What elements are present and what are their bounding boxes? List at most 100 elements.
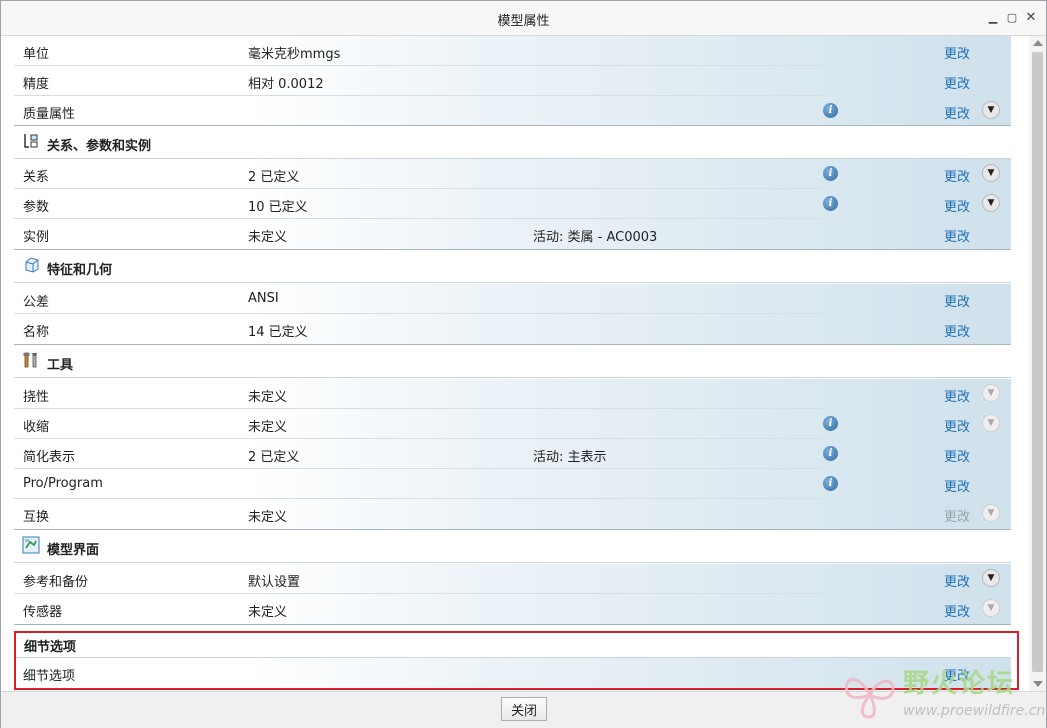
row-simplified-rep: 简化表示 2 已定义 活动: 主表示 i 更改 <box>14 439 1011 469</box>
row-value: 相对 0.0012 <box>248 77 324 92</box>
scroll-up-icon[interactable] <box>1033 40 1043 46</box>
tools-icon <box>23 352 37 368</box>
info-icon[interactable]: i <box>823 103 838 118</box>
info-icon[interactable]: i <box>823 196 838 211</box>
watermark-text: 野火论坛 <box>903 669 1016 699</box>
row-label: 公差 <box>23 295 50 310</box>
row-pro-program: Pro/Program i 更改 <box>14 469 1011 499</box>
change-link-accuracy[interactable]: 更改 <box>944 73 970 92</box>
expand-chevron-icon[interactable]: ▼ <box>982 101 1000 119</box>
change-link-pro-program[interactable]: 更改 <box>944 476 970 495</box>
change-link-flexibility[interactable]: 更改 <box>944 386 970 405</box>
row-label: 互换 <box>23 510 50 525</box>
row-label: 实例 <box>23 230 50 245</box>
row-tolerance: 公差 ANSI 更改 <box>14 284 1011 314</box>
info-icon[interactable]: i <box>823 166 838 181</box>
watermark-url: www.proewildfire.cn <box>903 703 1046 719</box>
section-divider <box>14 624 1011 625</box>
change-link-simplified-rep[interactable]: 更改 <box>944 446 970 465</box>
change-link-mass-properties[interactable]: 更改 <box>944 103 970 122</box>
change-link-sensors[interactable]: 更改 <box>944 601 970 620</box>
row-instances: 实例 未定义 活动: 类属 - AC0003 更改 <box>14 219 1011 249</box>
properties-panel: 单位 毫米克秒mmgs 更改 精度 相对 0.0012 更改 质量属性 i 更改… <box>1 36 1029 691</box>
change-link-reference-backup[interactable]: 更改 <box>944 571 970 590</box>
row-parameters: 参数 10 已定义 i 更改 ▼ <box>14 189 1011 219</box>
row-value: 未定义 <box>248 605 288 620</box>
row-label: 收缩 <box>23 420 50 435</box>
row-value: 10 已定义 <box>248 200 308 215</box>
row-interchange: 互换 未定义 更改 ▼ <box>14 499 1011 529</box>
row-accuracy: 精度 相对 0.0012 更改 <box>14 66 1011 96</box>
vertical-scrollbar[interactable] <box>1029 36 1046 691</box>
change-link-units[interactable]: 更改 <box>944 43 970 62</box>
row-value: ANSI <box>248 291 279 306</box>
butterfly-logo-icon <box>844 678 895 719</box>
change-link-shrinkage[interactable]: 更改 <box>944 416 970 435</box>
change-link-instances[interactable]: 更改 <box>944 226 970 245</box>
row-label: 精度 <box>23 77 50 92</box>
row-active-info: 活动: 类属 - AC0003 <box>533 230 658 245</box>
row-sensors: 传感器 未定义 更改 ▼ <box>14 594 1011 624</box>
section-title: 关系、参数和实例 <box>47 139 152 154</box>
row-mass-properties: 质量属性 i 更改 ▼ <box>14 96 1011 126</box>
maximize-icon[interactable]: ▢ <box>1005 11 1019 25</box>
section-title: 特征和几何 <box>47 263 113 278</box>
row-shrinkage: 收缩 未定义 i 更改 ▼ <box>14 409 1011 439</box>
section-title: 模型界面 <box>47 543 100 558</box>
section-header-relations: 关系、参数和实例 <box>14 126 1011 159</box>
row-value: 未定义 <box>248 420 288 435</box>
expand-chevron-icon[interactable]: ▼ <box>982 194 1000 212</box>
close-button[interactable]: 关闭 <box>501 697 547 721</box>
expand-chevron-icon[interactable]: ▼ <box>982 569 1000 587</box>
expand-chevron-icon[interactable]: ▼ <box>982 414 1000 432</box>
relations-icon <box>24 134 38 148</box>
model-interface-icon <box>22 536 40 554</box>
expand-chevron-icon[interactable]: ▼ <box>982 384 1000 402</box>
info-icon[interactable]: i <box>823 476 838 491</box>
row-label: 参数 <box>23 200 50 215</box>
watermark: 野火论坛 www.proewildfire.cn <box>841 661 1046 727</box>
scroll-thumb[interactable] <box>1032 52 1043 672</box>
change-link-names[interactable]: 更改 <box>944 321 970 340</box>
title-bar: 模型属性 ▁ ▢ ✕ <box>1 1 1046 36</box>
section-title: 工具 <box>47 358 74 373</box>
row-label: Pro/Program <box>23 476 103 491</box>
change-link-interchange: 更改 <box>944 510 971 525</box>
row-value: 未定义 <box>248 230 288 245</box>
row-value: 2 已定义 <box>248 450 300 465</box>
info-icon[interactable]: i <box>823 416 838 431</box>
row-value: 未定义 <box>248 390 288 405</box>
section-header-tools: 工具 <box>14 345 1011 378</box>
row-label: 名称 <box>23 325 50 340</box>
close-icon[interactable]: ✕ <box>1024 11 1038 25</box>
change-link-parameters[interactable]: 更改 <box>944 196 970 215</box>
feature-geometry-icon <box>25 257 39 273</box>
row-label: 传感器 <box>23 605 63 620</box>
row-relations: 关系 2 已定义 i 更改 ▼ <box>14 159 1011 189</box>
row-active-info: 活动: 主表示 <box>533 450 607 465</box>
window-title: 模型属性 <box>497 14 550 29</box>
row-label: 参考和备份 <box>23 575 89 590</box>
change-link-tolerance[interactable]: 更改 <box>944 291 970 310</box>
row-label: 挠性 <box>23 390 50 405</box>
minimize-icon[interactable]: ▁ <box>986 11 1000 25</box>
row-value: 2 已定义 <box>248 170 300 185</box>
model-properties-window: 模型属性 ▁ ▢ ✕ 单位 毫米克秒mmgs 更改 精度 相对 0.0012 更… <box>0 0 1047 728</box>
row-units: 单位 毫米克秒mmgs 更改 <box>14 36 1011 66</box>
row-value: 默认设置 <box>248 575 301 590</box>
row-label: 关系 <box>23 170 50 185</box>
row-value: 毫米克秒mmgs <box>248 47 341 62</box>
row-reference-backup: 参考和备份 默认设置 更改 ▼ <box>14 564 1011 594</box>
expand-chevron-icon[interactable]: ▼ <box>982 164 1000 182</box>
section-header-features: 特征和几何 <box>14 250 1011 283</box>
row-names: 名称 14 已定义 更改 <box>14 314 1011 344</box>
info-icon[interactable]: i <box>823 446 838 461</box>
row-label: 质量属性 <box>23 107 76 122</box>
row-value: 14 已定义 <box>248 325 308 340</box>
change-link-relations[interactable]: 更改 <box>944 166 970 185</box>
expand-chevron-icon[interactable]: ▼ <box>982 599 1000 617</box>
row-label: 简化表示 <box>23 450 76 465</box>
row-value: 未定义 <box>248 510 288 525</box>
row-label: 单位 <box>23 47 50 62</box>
expand-chevron-icon[interactable]: ▼ <box>982 504 1000 522</box>
